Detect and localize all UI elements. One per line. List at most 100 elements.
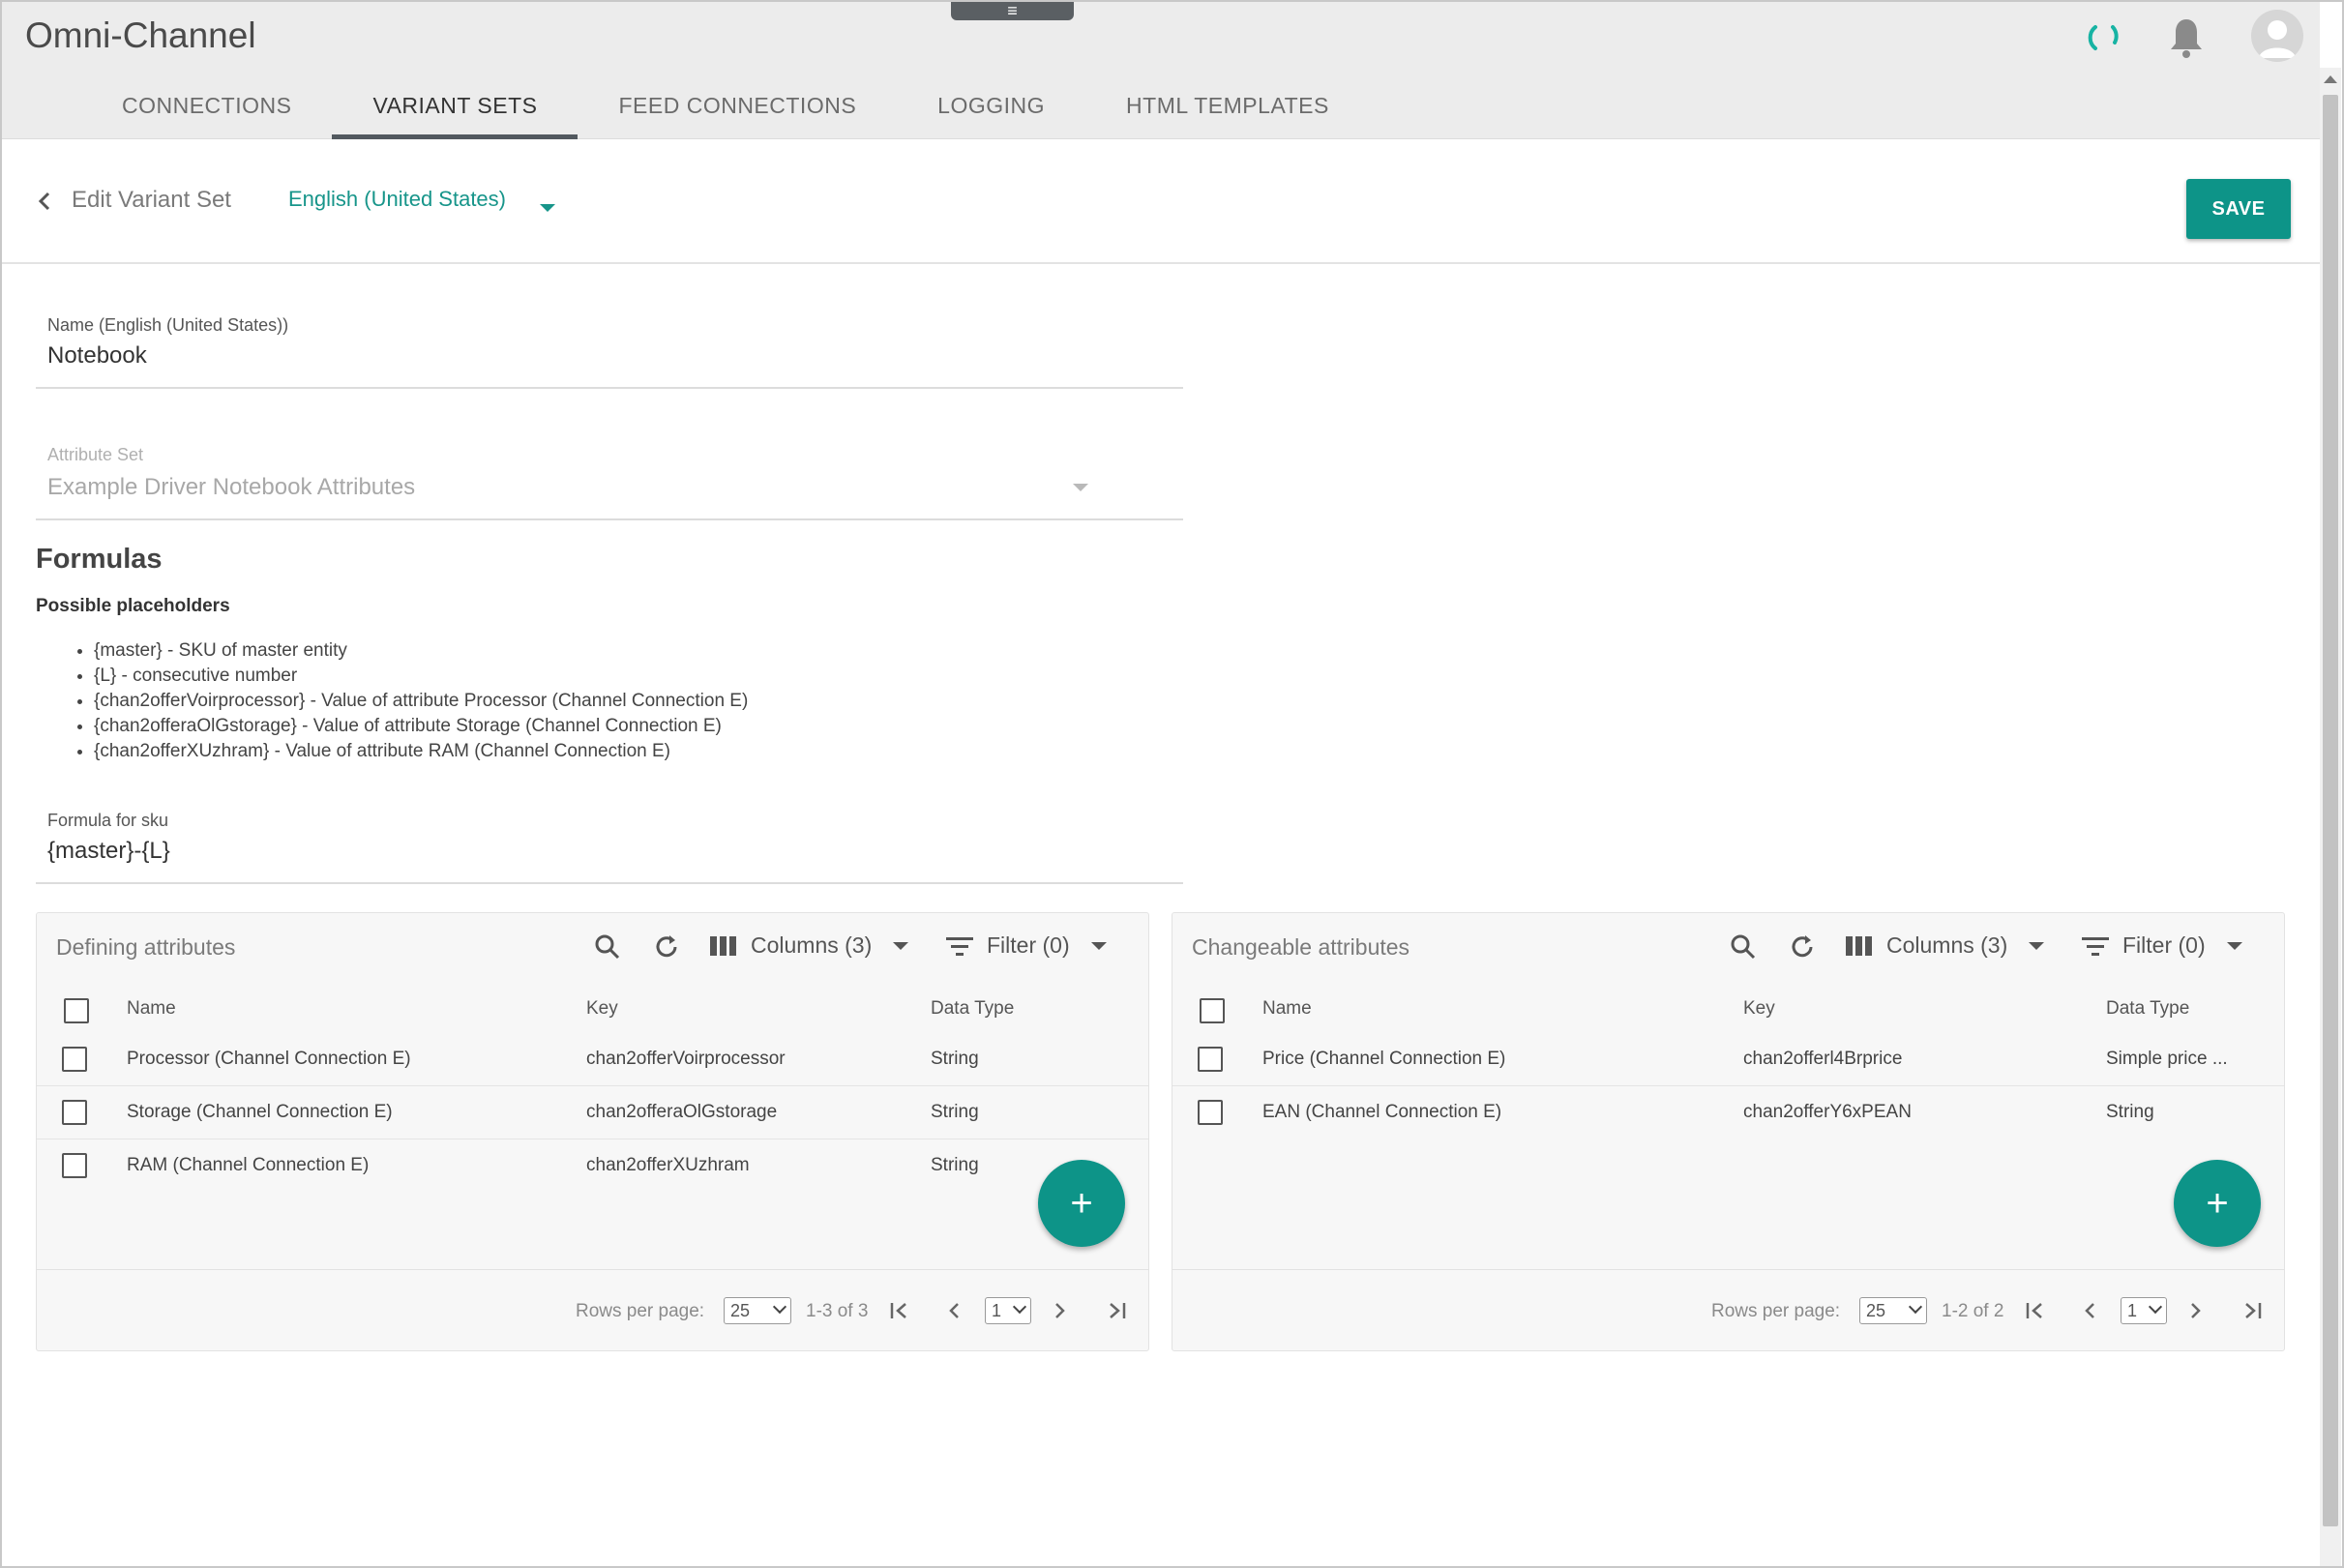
sku-formula-field[interactable]: Formula for sku {master}-{L} <box>36 803 1183 884</box>
cell-name: RAM (Channel Connection E) <box>127 1155 370 1175</box>
drag-handle[interactable]: ≡ <box>951 2 1074 20</box>
cell-data-type: String <box>931 1102 979 1122</box>
row-checkbox[interactable] <box>62 1047 87 1072</box>
app-title: Omni-Channel <box>25 15 256 55</box>
tab-html-templates[interactable]: HTML TEMPLATES <box>1085 74 1370 139</box>
rows-per-page-value: 25 <box>1866 1301 1886 1320</box>
scroll-up-icon[interactable] <box>2324 75 2337 83</box>
cell-data-type: String <box>931 1155 979 1175</box>
table-row[interactable]: RAM (Channel Connection E) chan2offerXUz… <box>37 1139 1148 1193</box>
bell-icon[interactable] <box>2166 15 2207 60</box>
cell-name: EAN (Channel Connection E) <box>1262 1102 1502 1122</box>
chevron-down-icon <box>2029 941 2045 950</box>
attribute-set-select: Attribute Set Example Driver Notebook At… <box>36 437 1183 520</box>
page-range: 1-2 of 2 <box>1942 1301 2004 1321</box>
last-page-icon[interactable] <box>1105 1299 1128 1322</box>
row-checkbox[interactable] <box>62 1100 87 1125</box>
name-field-value[interactable]: Notebook <box>47 342 147 370</box>
prev-page-icon[interactable] <box>2079 1299 2102 1322</box>
placeholders-heading: Possible placeholders <box>36 596 230 616</box>
row-checkbox[interactable] <box>1198 1047 1223 1072</box>
list-item: {master} - SKU of master entity <box>94 638 748 664</box>
rows-per-page-label: Rows per page: <box>576 1301 705 1321</box>
filter-label: Filter (0) <box>2122 932 2206 958</box>
cell-key: chan2offerXUzhram <box>586 1155 750 1175</box>
first-page-icon[interactable] <box>888 1299 911 1322</box>
page-select[interactable]: 1 <box>985 1297 1031 1324</box>
row-checkbox[interactable] <box>1198 1100 1223 1125</box>
table-header: Name Key Data Type <box>1172 991 2284 1033</box>
rows-per-page-value: 25 <box>730 1301 751 1320</box>
back-arrow-icon[interactable] <box>33 187 56 216</box>
search-icon[interactable] <box>1729 932 1758 962</box>
table-row[interactable]: EAN (Channel Connection E) chan2offerY6x… <box>1172 1086 2284 1139</box>
first-page-icon[interactable] <box>2024 1299 2047 1322</box>
next-page-icon[interactable] <box>1048 1299 1071 1322</box>
save-button[interactable]: SAVE <box>2186 179 2291 239</box>
page-range: 1-3 of 3 <box>806 1301 869 1321</box>
columns-button[interactable]: Columns (3) <box>1846 932 2045 959</box>
columns-label: Columns (3) <box>1886 932 2008 958</box>
tab-feed-connections[interactable]: FEED CONNECTIONS <box>578 74 897 139</box>
filter-icon <box>946 936 973 956</box>
columns-label: Columns (3) <box>751 932 873 958</box>
filter-button[interactable]: Filter (0) <box>946 932 1107 959</box>
name-field-label: Name (English (United States)) <box>47 315 289 335</box>
page-value: 1 <box>992 1301 1002 1320</box>
scrollbar[interactable] <box>2320 68 2341 1566</box>
chevron-down-icon[interactable] <box>540 204 555 212</box>
edit-header: Edit Variant Set English (United States)… <box>2 140 2320 264</box>
avatar-icon[interactable] <box>2251 10 2303 62</box>
tab-variant-sets[interactable]: VARIANT SETS <box>332 74 579 139</box>
add-button[interactable]: + <box>1038 1160 1125 1247</box>
cell-data-type: Simple price ... <box>2106 1049 2228 1069</box>
refresh-icon[interactable] <box>652 932 681 962</box>
scrollbar-thumb[interactable] <box>2323 95 2338 1526</box>
cell-key: chan2offerVoirprocessor <box>586 1049 786 1069</box>
sku-formula-value[interactable]: {master}-{L} <box>47 838 170 865</box>
table-title: Defining attributes <box>56 934 236 960</box>
rows-per-page-select[interactable]: 25 <box>1859 1297 1927 1324</box>
filter-icon <box>2082 936 2109 956</box>
search-icon[interactable] <box>593 932 622 962</box>
defining-attributes-table: Defining attributes Columns (3) Filter (… <box>36 912 1149 1351</box>
placeholder-list: {master} - SKU of master entity {L} - co… <box>74 638 748 764</box>
column-header-key[interactable]: Key <box>586 998 618 1020</box>
column-header-data-type[interactable]: Data Type <box>931 998 1014 1020</box>
select-all-checkbox[interactable] <box>1200 998 1225 1023</box>
column-header-key[interactable]: Key <box>1743 998 1775 1020</box>
cell-name: Price (Channel Connection E) <box>1262 1049 1506 1069</box>
formulas-heading: Formulas <box>36 544 163 575</box>
tab-connections[interactable]: CONNECTIONS <box>81 74 332 139</box>
prev-page-icon[interactable] <box>943 1299 966 1322</box>
language-select[interactable]: English (United States) <box>288 187 506 212</box>
tab-logging[interactable]: LOGGING <box>897 74 1085 139</box>
columns-button[interactable]: Columns (3) <box>710 932 909 959</box>
table-row[interactable]: Processor (Channel Connection E) chan2of… <box>37 1033 1148 1086</box>
columns-icon <box>710 935 736 956</box>
page-value: 1 <box>2127 1301 2138 1320</box>
table-row[interactable]: Storage (Channel Connection E) chan2offe… <box>37 1086 1148 1139</box>
list-item: {chan2offeraOlGstorage} - Value of attri… <box>94 714 748 739</box>
column-header-name[interactable]: Name <box>1262 998 1312 1020</box>
name-field[interactable]: Name (English (United States)) Notebook <box>36 308 1183 389</box>
refresh-icon[interactable] <box>1788 932 1817 962</box>
chevron-down-icon <box>1090 941 1107 950</box>
filter-button[interactable]: Filter (0) <box>2082 932 2242 959</box>
column-header-data-type[interactable]: Data Type <box>2106 998 2189 1020</box>
page-select[interactable]: 1 <box>2121 1297 2167 1324</box>
column-header-name[interactable]: Name <box>127 998 176 1020</box>
table-row[interactable]: Price (Channel Connection E) chan2offerl… <box>1172 1033 2284 1086</box>
last-page-icon[interactable] <box>2240 1299 2264 1322</box>
table-pagination: Rows per page: 25 1-3 of 3 1 <box>37 1269 1148 1352</box>
select-all-checkbox[interactable] <box>64 998 89 1023</box>
cell-name: Processor (Channel Connection E) <box>127 1049 411 1069</box>
rows-per-page-select[interactable]: 25 <box>724 1297 791 1324</box>
add-button[interactable]: + <box>2174 1160 2261 1247</box>
cell-name: Storage (Channel Connection E) <box>127 1102 393 1122</box>
spinner-icon <box>2088 25 2119 50</box>
row-checkbox[interactable] <box>62 1153 87 1178</box>
next-page-icon[interactable] <box>2183 1299 2207 1322</box>
filter-label: Filter (0) <box>987 932 1070 958</box>
changeable-attributes-table: Changeable attributes Columns (3) Filter… <box>1172 912 2285 1351</box>
